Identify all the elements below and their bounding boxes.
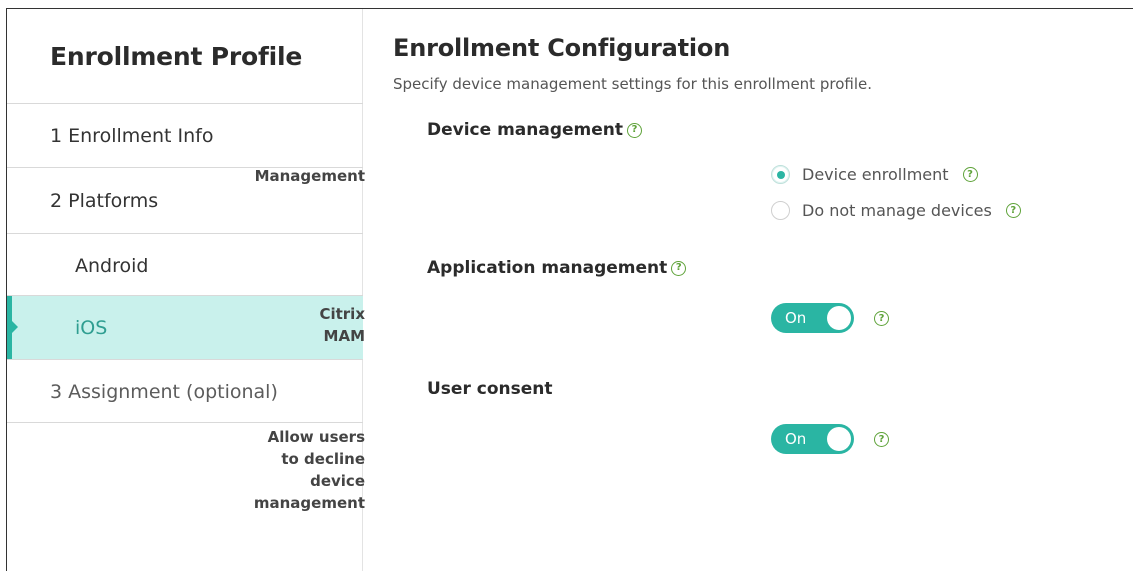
allow-decline-label: Allow users to decline device management <box>254 426 365 514</box>
divider <box>7 422 363 423</box>
section-user-consent: User consent <box>427 379 553 399</box>
page-subtitle: Specify device management settings for t… <box>393 75 872 93</box>
label-line: Allow users to decline device <box>267 428 365 490</box>
management-label: Management <box>254 167 365 185</box>
sidebar-item-assignment[interactable]: 3 Assignment (optional) <box>7 360 363 423</box>
sidebar-item-android[interactable]: Android <box>7 234 363 297</box>
toggle-knob <box>827 427 851 451</box>
section-application-management: Application management ? <box>427 258 687 278</box>
section-title: User consent <box>427 379 553 399</box>
page-title: Enrollment Configuration <box>393 34 731 62</box>
sidebar-item-ios[interactable]: iOS <box>7 296 363 359</box>
toggle-knob <box>827 306 851 330</box>
help-icon[interactable]: ? <box>874 432 889 447</box>
toggle-state: On <box>785 309 807 327</box>
allow-decline-toggle[interactable]: On <box>771 424 854 454</box>
sidebar-item-label: Android <box>75 254 149 277</box>
label-line: management <box>253 494 365 512</box>
main-panel: Enrollment Configuration Specify device … <box>254 9 1133 571</box>
section-title: Application management <box>427 258 668 278</box>
sidebar-title: Enrollment Profile <box>50 42 303 71</box>
sidebar-item-enrollment-info[interactable]: 1 Enrollment Info <box>7 104 363 167</box>
help-icon[interactable]: ? <box>627 122 643 138</box>
section-device-management: Device management ? <box>427 120 643 140</box>
radio-label: Do not manage devices <box>802 201 992 220</box>
enrollment-profile-window: Enrollment Profile 1 Enrollment Info 2 P… <box>0 0 1133 571</box>
radio-do-not-manage-devices[interactable]: Do not manage devices ? <box>771 201 1021 220</box>
citrix-mam-label: Citrix MAM <box>319 305 365 345</box>
radio-button-selected[interactable] <box>771 165 790 184</box>
help-icon[interactable]: ? <box>1005 203 1021 218</box>
radio-button[interactable] <box>771 201 790 220</box>
citrix-mam-toggle[interactable]: On <box>771 303 854 333</box>
section-title: Device management <box>427 120 624 140</box>
sidebar-item-label: iOS <box>75 316 108 339</box>
help-icon[interactable]: ? <box>671 260 687 276</box>
sidebar-item-label: 3 Assignment (optional) <box>50 380 278 403</box>
help-icon[interactable]: ? <box>962 167 978 182</box>
sidebar-item-label: 1 Enrollment Info <box>50 124 214 147</box>
radio-device-enrollment[interactable]: Device enrollment ? <box>771 165 978 184</box>
radio-label: Device enrollment <box>802 165 949 184</box>
sidebar-item-label: 2 Platforms <box>50 189 159 212</box>
help-icon[interactable]: ? <box>874 311 889 326</box>
active-arrow-icon <box>12 321 18 333</box>
toggle-state: On <box>785 430 807 448</box>
